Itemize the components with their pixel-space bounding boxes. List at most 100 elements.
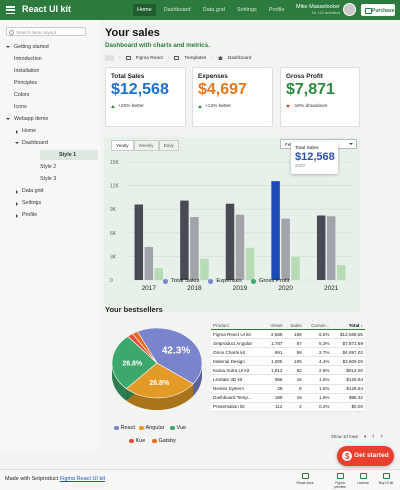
- bar-total-sales[interactable]: [271, 181, 280, 280]
- prev-page-button[interactable]: ‹: [372, 433, 374, 440]
- footer-item-label: Buy UI kit: [378, 481, 394, 485]
- kpi-card-gross-profit: Gross Profit $7,871 -16% drowdown: [280, 67, 360, 127]
- table-row[interactable]: Levitate 3D kit 966 16 1.5% $128.64: [211, 374, 365, 385]
- footer-item-figma-preview[interactable]: Figma preview: [329, 473, 351, 489]
- pie-legend-label: Angular: [145, 425, 165, 431]
- table-row[interactable]: Orion Charts kit 691 69 2.7% $4,697.02: [211, 347, 365, 358]
- book-icon: [301, 473, 309, 479]
- column-header-total-label: Total: [348, 322, 360, 328]
- sidebar-item[interactable]: Colors: [14, 90, 29, 100]
- breadcrumb-item[interactable]: Templates: [184, 56, 206, 61]
- bar-expenses[interactable]: [281, 218, 290, 280]
- tab-daily[interactable]: Daily: [158, 140, 179, 151]
- footer-item-react-docs[interactable]: React docs: [294, 473, 316, 485]
- table-cell: 1.6%: [303, 393, 332, 403]
- sidebar-item[interactable]: Webapp demo: [14, 114, 48, 124]
- nav-data-grid[interactable]: Data grid: [199, 4, 229, 16]
- sidebar-item[interactable]: Icons: [14, 102, 27, 112]
- bar-expenses[interactable]: [326, 216, 336, 280]
- tab-weekly[interactable]: Weekly: [133, 140, 159, 151]
- footer-item-license[interactable]: License: [352, 473, 374, 485]
- user-info: Mike Masselocker Dr. UX architect: [290, 4, 340, 15]
- table-cell: Kama Sutra UI kit: [211, 365, 265, 376]
- table-cell: $12,568.55: [331, 329, 365, 340]
- bar-total-sales[interactable]: [180, 200, 189, 280]
- license-icon: [359, 473, 367, 479]
- get-started-label: Get started: [354, 452, 389, 459]
- chevron-down-icon[interactable]: [6, 118, 10, 120]
- chevron-right-icon[interactable]: [16, 202, 18, 206]
- x-tick-label: 2018: [187, 285, 202, 292]
- table-row[interactable]: Material Design 1,005 105 4.4% $3,609.00: [211, 356, 365, 367]
- sidebar-item[interactable]: Getting started: [14, 42, 49, 52]
- bar-expenses[interactable]: [190, 217, 199, 280]
- purchase-button[interactable]: Purchase: [361, 4, 395, 16]
- sidebar-item[interactable]: Introduction: [14, 54, 42, 64]
- column-header-total[interactable]: Total ↓: [331, 321, 365, 330]
- bar-gross-profit[interactable]: [154, 268, 164, 280]
- column-header-views[interactable]: Views: [264, 321, 285, 330]
- sidebar-item[interactable]: Style 3: [40, 174, 56, 184]
- bar-gross-profit[interactable]: [336, 265, 346, 280]
- column-header-product[interactable]: Product: [211, 321, 265, 330]
- sidebar-item[interactable]: Profile: [22, 210, 37, 220]
- next-page-button[interactable]: ›: [381, 433, 383, 440]
- bar-total-sales[interactable]: [134, 204, 144, 280]
- pie-legend-label: Gatsby: [158, 438, 176, 444]
- bar-expenses[interactable]: [235, 214, 245, 280]
- table-row[interactable]: Kama Sutra UI kit 1,812 82 2.6% $812.00: [211, 365, 365, 376]
- legend-label: Expenses: [216, 278, 242, 284]
- bar-gross-profit[interactable]: [200, 258, 209, 280]
- breadcrumb-item[interactable]: Figma React: [136, 56, 163, 61]
- bar-total-sales[interactable]: [316, 215, 326, 280]
- table-cell: 2: [284, 402, 304, 412]
- bar-gross-profit[interactable]: [245, 247, 255, 280]
- footer-item-label: Figma preview: [334, 481, 346, 489]
- sidebar-search-input[interactable]: Search demo layout: [6, 27, 86, 36]
- sidebar-item[interactable]: Settings: [22, 198, 41, 208]
- bar-expenses[interactable]: [144, 246, 154, 280]
- nav-settings[interactable]: Settings: [233, 4, 261, 16]
- table-row[interactable]: Dashboard Temp... 189 19 1.6% $96.32: [211, 393, 365, 403]
- nav-home[interactable]: Home: [133, 4, 156, 16]
- chevron-down-icon[interactable]: [15, 142, 19, 144]
- column-header-sales[interactable]: Sales: [284, 321, 304, 330]
- sidebar-item[interactable]: Style 1: [40, 150, 98, 160]
- chevron-right-icon[interactable]: [16, 214, 18, 218]
- nav-profile[interactable]: Profile: [265, 4, 289, 16]
- table-row[interactable]: Setproduct Angular 1,787 87 5.3% $7,871.69: [211, 338, 365, 349]
- menu-icon[interactable]: [6, 6, 15, 15]
- bar-total-sales[interactable]: [225, 203, 235, 280]
- table-row[interactable]: Presentation kit 112 2 0.2% $0.00: [211, 402, 365, 412]
- footer-link[interactable]: Figma React UI kit: [60, 476, 105, 482]
- get-started-button[interactable]: $ Get started: [337, 446, 394, 466]
- footer-item-buy[interactable]: Buy UI kit: [375, 473, 397, 485]
- table-row[interactable]: Neolex System 28 8 1.6% $128.64: [211, 384, 365, 394]
- sidebar-item[interactable]: Home: [22, 126, 36, 136]
- kpi-card-total-sales: Total Sales $12,568 +25% better: [105, 67, 186, 127]
- sidebar-item[interactable]: Principles: [14, 78, 37, 88]
- sidebar-item[interactable]: Style 2: [40, 162, 56, 172]
- tab-yearly[interactable]: Yearly: [111, 140, 134, 151]
- separator-icon: ›: [211, 55, 213, 61]
- bestsellers-table: Product Views Sales Conver... Total ↓ Fi…: [211, 321, 365, 412]
- sidebar-item[interactable]: Data grid: [22, 186, 44, 196]
- legend-swatch: [114, 425, 119, 431]
- column-header-conversion[interactable]: Conver...: [303, 321, 332, 330]
- chevron-right-icon[interactable]: [16, 130, 18, 134]
- table-cell: 966: [264, 374, 285, 385]
- y-tick-label: 9K: [110, 207, 117, 213]
- sidebar-item[interactable]: Dashboard: [22, 138, 48, 148]
- table-row[interactable]: Figma React UI kit 2,568 168 6.5% $12,568.55: [211, 329, 365, 340]
- rows-per-page-select[interactable]: Show 10 rows: [331, 434, 358, 439]
- chevron-down-icon[interactable]: [6, 46, 10, 48]
- chevron-right-icon[interactable]: [16, 190, 18, 194]
- bar-gross-profit[interactable]: [291, 257, 300, 280]
- sidebar-item[interactable]: Installation: [14, 66, 39, 76]
- legend-item: Total Sales: [163, 278, 199, 284]
- pie-value-label: 26.8%: [122, 361, 143, 368]
- pie-legend-item: Kue: [129, 438, 145, 444]
- nav-dashboard[interactable]: Dashboard: [160, 4, 195, 16]
- avatar[interactable]: [343, 3, 356, 16]
- more-icon[interactable]: [105, 55, 114, 61]
